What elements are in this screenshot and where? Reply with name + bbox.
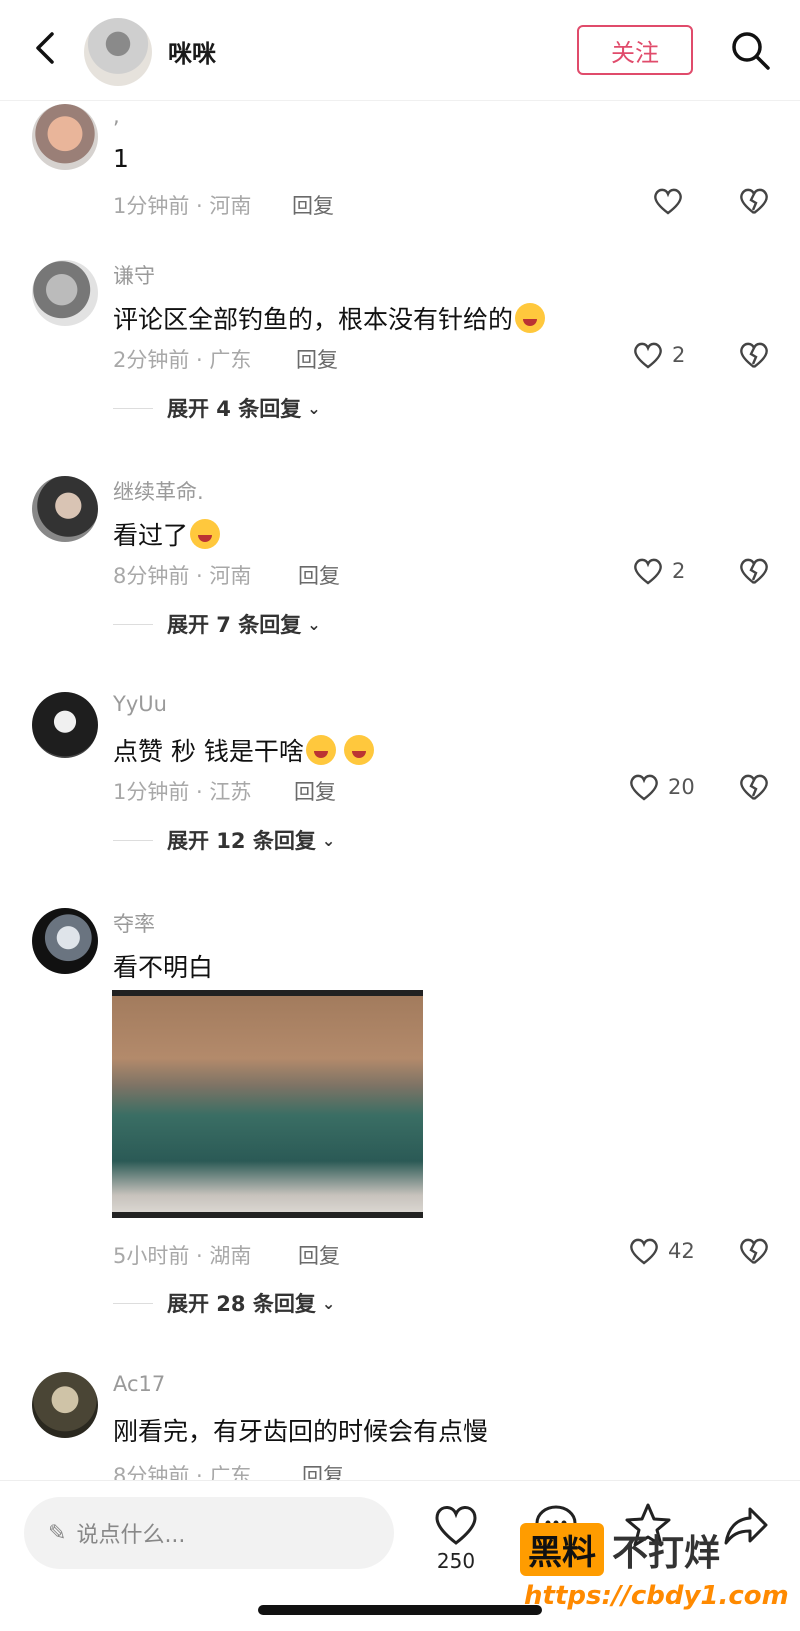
comment-username[interactable]: 夺率 xyxy=(113,908,155,938)
search-icon[interactable] xyxy=(728,28,774,74)
comment-username[interactable]: Ac17 xyxy=(113,1372,165,1396)
reply-button[interactable]: 回复 xyxy=(294,776,336,806)
heart-icon xyxy=(634,558,662,585)
comment-time-location: 1分钟前 · 江苏 xyxy=(113,780,252,804)
dislike-button[interactable] xyxy=(738,340,770,370)
comment-text: 评论区全部钓鱼的，根本没有针给的 xyxy=(113,300,546,336)
comment-input[interactable]: ✎ 说点什么... xyxy=(24,1497,394,1569)
like-button[interactable] xyxy=(652,186,684,216)
reply-button[interactable]: 回复 xyxy=(296,344,338,374)
comment-time-location: 5小时前 · 湖南 xyxy=(113,1244,252,1268)
like-count: 42 xyxy=(668,1239,695,1263)
divider xyxy=(113,623,153,625)
like-button[interactable]: 2 xyxy=(632,556,685,586)
heart-icon xyxy=(654,188,682,215)
heart-icon xyxy=(630,1238,658,1265)
broken-heart-icon xyxy=(740,774,768,800)
dislike-button[interactable] xyxy=(738,556,770,586)
expand-replies-button[interactable]: 展开 12 条回复 ⌄ xyxy=(113,825,335,855)
comment-text: 看不明白 xyxy=(113,953,214,982)
top-bar: 咪咪 关注 xyxy=(0,0,800,101)
user-avatar[interactable] xyxy=(32,104,98,170)
reply-button[interactable]: 回复 xyxy=(292,190,334,220)
dislike-button[interactable] xyxy=(738,1236,770,1266)
user-avatar[interactable] xyxy=(32,1372,98,1438)
expand-replies-button[interactable]: 展开 7 条回复 ⌄ xyxy=(113,609,321,639)
comment-text: 刚看完，有牙齿回的时候会有点慢 xyxy=(113,1417,489,1446)
home-indicator[interactable] xyxy=(258,1605,542,1615)
dislike-button[interactable] xyxy=(738,772,770,802)
reply-button[interactable]: 回复 xyxy=(298,560,340,590)
laughing-crying-emoji-icon xyxy=(190,519,221,549)
author-name[interactable]: 咪咪 xyxy=(168,34,216,69)
comment-username[interactable]: 继续革命. xyxy=(113,476,204,506)
chevron-down-icon: ⌄ xyxy=(321,830,336,850)
expand-label: 展开 28 条回复 xyxy=(167,1292,316,1316)
like-count: 2 xyxy=(672,343,686,367)
pencil-icon: ✎ xyxy=(48,1520,67,1546)
bottom-bar: ✎ 说点什么... 250 黑料 不打烊 https://cbdy1.com xyxy=(0,1480,800,1631)
comment-text: 1 xyxy=(113,144,129,173)
like-button[interactable]: 2 xyxy=(632,340,685,370)
author-avatar[interactable] xyxy=(84,18,152,86)
chevron-down-icon: ⌄ xyxy=(307,398,321,418)
heart-icon xyxy=(634,342,662,369)
like-count: 20 xyxy=(668,775,695,799)
comment-username[interactable]: 谦守 xyxy=(113,260,155,290)
chevron-down-icon: ⌄ xyxy=(307,614,321,634)
watermark-logo: 黑料 不打烊 xyxy=(520,1523,720,1576)
like-count: 2 xyxy=(672,559,686,583)
user-avatar[interactable] xyxy=(32,260,98,326)
broken-heart-icon xyxy=(740,558,768,584)
expand-label: 展开 4 条回复 xyxy=(167,397,302,421)
comment-time-location: 2分钟前 · 广东 xyxy=(113,348,252,372)
broken-heart-icon xyxy=(740,188,768,214)
laughing-crying-emoji-icon xyxy=(343,735,374,765)
comment-time-location: 8分钟前 · 河南 xyxy=(113,564,252,588)
divider xyxy=(113,1302,153,1304)
user-avatar[interactable] xyxy=(32,908,98,974)
expand-label: 展开 7 条回复 xyxy=(167,613,302,637)
expand-replies-button[interactable]: 展开 4 条回复 ⌄ xyxy=(113,393,321,423)
like-button[interactable]: 20 xyxy=(628,772,695,802)
crying-emoji-icon xyxy=(515,303,546,333)
heart-icon xyxy=(630,774,658,801)
dislike-button[interactable] xyxy=(738,186,770,216)
comment-image[interactable] xyxy=(112,990,423,1218)
watermark-badge: 黑料 xyxy=(520,1523,604,1576)
like-button[interactable]: 42 xyxy=(628,1236,695,1266)
expand-label: 展开 12 条回复 xyxy=(167,829,316,853)
like-count: 250 xyxy=(436,1549,476,1573)
comment-text: 看过了 xyxy=(113,516,221,552)
watermark-text: 不打烊 xyxy=(612,1532,721,1574)
divider xyxy=(113,839,153,841)
comment-username[interactable]: YyUu xyxy=(113,692,167,716)
reply-button[interactable]: 回复 xyxy=(298,1240,340,1270)
laughing-crying-emoji-icon xyxy=(305,735,336,765)
heart-icon[interactable] xyxy=(432,1501,480,1549)
follow-button[interactable]: 关注 xyxy=(577,25,693,75)
expand-replies-button[interactable]: 展开 28 条回复 ⌄ xyxy=(113,1288,335,1318)
user-avatar[interactable] xyxy=(32,692,98,758)
broken-heart-icon xyxy=(740,1238,768,1264)
comment-text: 点赞 秒 钱是干啥 xyxy=(113,732,374,768)
comment-time-location: 1分钟前 · 河南 xyxy=(113,194,252,218)
divider xyxy=(113,407,153,409)
watermark-url: https://cbdy1.com xyxy=(524,1581,789,1611)
user-avatar[interactable] xyxy=(32,476,98,542)
comment-username[interactable]: , xyxy=(113,104,120,128)
back-arrow-icon[interactable] xyxy=(24,26,68,70)
share-icon[interactable] xyxy=(722,1501,770,1549)
comment-input-placeholder: 说点什么... xyxy=(76,1523,186,1548)
chevron-down-icon: ⌄ xyxy=(321,1293,336,1313)
broken-heart-icon xyxy=(740,342,768,368)
